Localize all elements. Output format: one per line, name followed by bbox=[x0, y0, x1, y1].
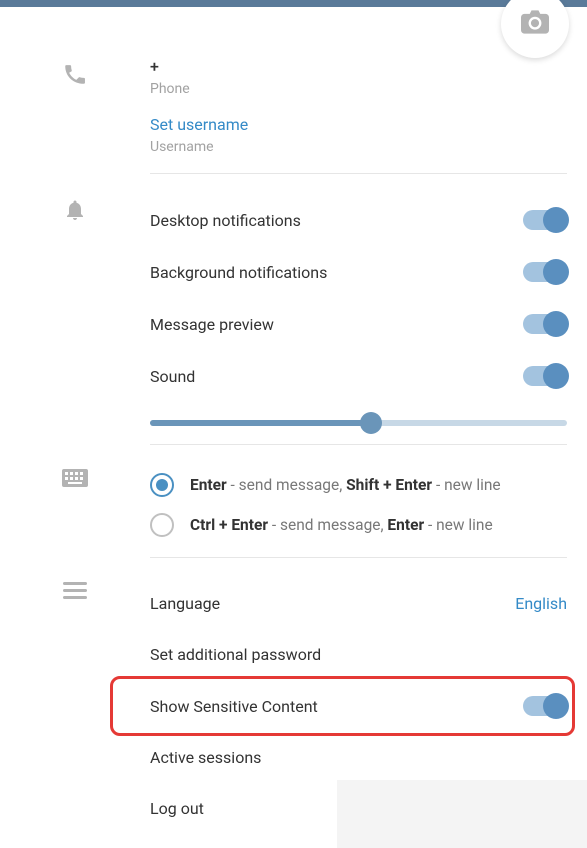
toggle-show-sensitive-content[interactable]: Show Sensitive Content bbox=[150, 680, 567, 732]
phone-field[interactable]: + Phone bbox=[150, 57, 567, 97]
toggle-label: Desktop notifications bbox=[150, 211, 301, 230]
toggle-switch[interactable] bbox=[523, 366, 567, 386]
toggle-desktop-notifications[interactable]: Desktop notifications bbox=[150, 194, 567, 246]
toggle-switch[interactable] bbox=[523, 262, 567, 282]
overlay-panel bbox=[337, 780, 587, 848]
set-username-link[interactable]: Set username bbox=[150, 115, 567, 134]
keyboard-icon bbox=[62, 469, 88, 491]
toggle-label: Show Sensitive Content bbox=[150, 697, 318, 716]
slider-fill bbox=[150, 420, 371, 426]
phone-value: + bbox=[150, 57, 567, 76]
phone-icon bbox=[62, 61, 88, 91]
setting-active-sessions[interactable]: Active sessions bbox=[150, 732, 567, 783]
radio-ctrl-enter-send[interactable]: Ctrl + Enter - send message, Enter - new… bbox=[150, 505, 567, 545]
slider-knob[interactable] bbox=[360, 412, 382, 434]
radio-label: Ctrl + Enter - send message, Enter - new… bbox=[190, 516, 493, 534]
volume-slider[interactable] bbox=[150, 420, 567, 426]
setting-label: Language bbox=[150, 594, 220, 613]
username-label: Username bbox=[150, 139, 567, 155]
phone-label: Phone bbox=[150, 81, 567, 97]
menu-icon bbox=[63, 582, 87, 604]
setting-label: Log out bbox=[150, 799, 204, 818]
radio-button[interactable] bbox=[150, 473, 174, 497]
language-value: English bbox=[515, 594, 567, 613]
radio-enter-send[interactable]: Enter - send message, Shift + Enter - ne… bbox=[150, 465, 567, 505]
divider bbox=[150, 444, 567, 445]
setting-label: Set additional password bbox=[150, 645, 321, 664]
divider bbox=[150, 173, 567, 174]
radio-label: Enter - send message, Shift + Enter - ne… bbox=[190, 476, 501, 494]
username-field[interactable]: Set username Username bbox=[150, 115, 567, 155]
toggle-switch[interactable] bbox=[523, 314, 567, 334]
radio-button[interactable] bbox=[150, 513, 174, 537]
setting-label: Active sessions bbox=[150, 748, 261, 767]
toggle-label: Background notifications bbox=[150, 263, 327, 282]
toggle-background-notifications[interactable]: Background notifications bbox=[150, 246, 567, 298]
toggle-label: Sound bbox=[150, 367, 195, 386]
setting-language[interactable]: Language English bbox=[150, 578, 567, 629]
toggle-switch[interactable] bbox=[523, 210, 567, 230]
toggle-switch[interactable] bbox=[523, 696, 567, 716]
toggle-message-preview[interactable]: Message preview bbox=[150, 298, 567, 350]
bell-icon bbox=[63, 198, 87, 226]
divider bbox=[150, 557, 567, 558]
toggle-label: Message preview bbox=[150, 315, 274, 334]
setting-additional-password[interactable]: Set additional password bbox=[150, 629, 567, 680]
toggle-sound[interactable]: Sound bbox=[150, 350, 567, 402]
topbar bbox=[0, 0, 587, 7]
camera-icon bbox=[521, 10, 549, 38]
